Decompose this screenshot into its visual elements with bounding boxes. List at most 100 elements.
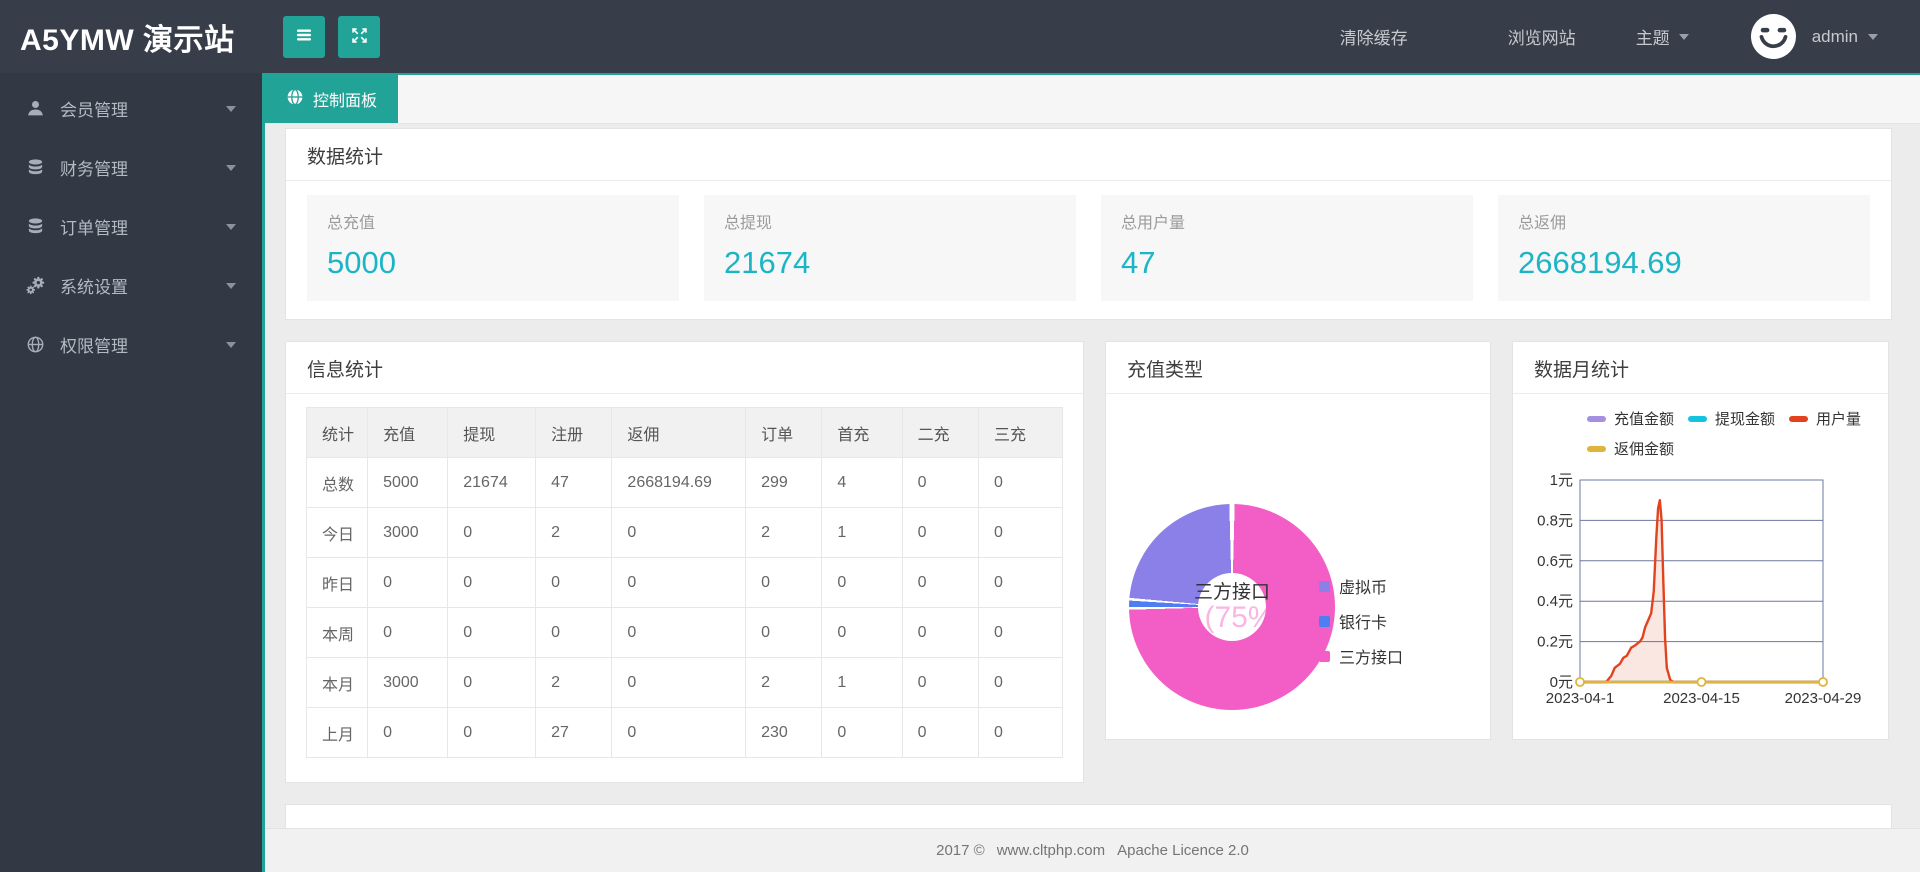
cell: 0: [821, 557, 903, 608]
row-label: 昨日: [305, 557, 369, 608]
topbar-link-theme[interactable]: 主题: [1636, 24, 1689, 49]
svg-text:0.8元: 0.8元: [1537, 512, 1573, 529]
cell: 0: [611, 707, 747, 758]
cell: 0: [447, 507, 537, 558]
cell: 0: [611, 507, 747, 558]
cell: 4: [821, 457, 903, 508]
caret-down-icon: [226, 105, 236, 112]
cell: 0: [535, 557, 613, 608]
line-legend-item[interactable]: 用户量: [1789, 408, 1861, 429]
line-chart-mount[interactable]: 0元 0.2元 0.4元 0.6元 0.8元 1元 2023-04-1 2023-04-15 2…: [1525, 459, 1888, 714]
pie-legend-item[interactable]: 银行卡: [1319, 609, 1403, 633]
stat-value: 47: [1121, 245, 1156, 280]
sidebar-item-label: 订单管理: [60, 219, 128, 238]
fullscreen-button[interactable]: [338, 15, 380, 58]
line-legend-item[interactable]: 返佣金额: [1587, 438, 1674, 459]
cell: 1: [821, 657, 903, 708]
cell: 0: [611, 557, 747, 608]
cell: 0: [901, 457, 979, 508]
main-area: 控制面板 数据统计 总充值 5000 总提现 21674 总用户量 47 总返佣 266819…: [262, 73, 1920, 872]
cell: 2: [745, 657, 823, 708]
caret-down-icon: [226, 282, 236, 289]
sidebar-item-label: 财务管理: [60, 160, 128, 179]
user-avatar[interactable]: [1750, 14, 1796, 59]
sidebar-item-2[interactable]: 订单管理: [0, 197, 262, 256]
content-scroll-area[interactable]: 数据统计 总充值 5000 总提现 21674 总用户量 47 总返佣 2668194.69 …: [265, 124, 1920, 828]
pie-legend-item[interactable]: 虚拟币: [1319, 574, 1403, 598]
pie-chart-area: 三方接口 3 (75%) 虚拟币 银行卡 三方接口: [1106, 394, 1490, 724]
cell: 0: [745, 607, 823, 658]
cell: 0: [745, 557, 823, 608]
legend-label: 充值金额: [1614, 411, 1675, 428]
cell: 1: [821, 507, 903, 558]
fullscreen-icon: [350, 26, 369, 48]
table-row: 总数 5000 21674 47 2668194.69 299 4 0 0: [305, 457, 1064, 508]
cell: 0: [367, 607, 449, 658]
info-table: 统计 充值 提现 注册 返佣 订单 首充 二充 三充 总数 5000 21674 47 2668194.…: [305, 407, 1064, 758]
column-header: 首充: [821, 407, 903, 458]
svg-text:2023-04-29: 2023-04-29: [1785, 690, 1862, 707]
topbar-link-clear-cache[interactable]: 清除缓存: [1340, 24, 1408, 49]
month-stats-panel: 数据月统计 充值金额 提现金额 用户量 返佣金额 0元 0.2元 0.4元 0.6元 0.8元…: [1512, 341, 1889, 740]
line-chart-area: 充值金额 提现金额 用户量 返佣金额 0元 0.2元 0.4元 0.6元 0.8元 1元 2023…: [1513, 394, 1888, 714]
cell: 2: [535, 657, 613, 708]
footer-year: 2017 ©: [936, 842, 985, 859]
stat-label: 总充值: [327, 215, 376, 232]
table-row: 本月 3000 0 2 0 2 1 0 0: [305, 657, 1064, 708]
caret-down-icon: [226, 223, 236, 230]
sidebar-item-label: 系统设置: [60, 278, 128, 297]
gears-icon: [25, 276, 45, 296]
month-line-chart: 0元 0.2元 0.4元 0.6元 0.8元 1元 2023-04-1 2023-04-15 2…: [1537, 472, 1862, 707]
row-label: 上月: [305, 707, 369, 758]
column-header: 注册: [535, 407, 613, 458]
sidebar-item-0[interactable]: 会员管理: [0, 79, 262, 138]
user-menu[interactable]: admin: [1812, 27, 1878, 47]
cell: 0: [901, 707, 979, 758]
cell: 3000: [367, 657, 449, 708]
legend-swatch-icon: [1319, 580, 1330, 592]
info-table-wrap: 统计 充值 提现 注册 返佣 订单 首充 二充 三充 总数 5000 21674 47 2668194.…: [286, 394, 1083, 782]
footer-site-link[interactable]: www.cltphp.com: [997, 842, 1105, 859]
svg-text:2023-04-1: 2023-04-1: [1546, 690, 1614, 707]
tab-control-panel[interactable]: 控制面板: [265, 75, 399, 123]
sidebar: 会员管理财务管理订单管理系统设置权限管理: [0, 73, 262, 872]
cell: 27: [535, 707, 613, 758]
topbar-link-browse-site[interactable]: 浏览网站: [1508, 24, 1576, 49]
cell: 0: [977, 657, 1064, 708]
panel-title: 信息统计: [286, 342, 1083, 394]
recharge-type-panel: 充值类型 三方接口 3 (75%) 虚拟币 银行卡 三方接口: [1105, 341, 1491, 740]
svg-text:2023-04-15: 2023-04-15: [1663, 690, 1740, 707]
pie-legend-item[interactable]: 三方接口: [1319, 644, 1403, 668]
table-header-row: 统计 充值 提现 注册 返佣 订单 首充 二充 三充: [305, 407, 1064, 458]
app-logo: A5YMW 演示站: [20, 23, 235, 57]
legend-label: 银行卡: [1339, 615, 1388, 632]
cell: 0: [821, 707, 903, 758]
sidebar-item-3[interactable]: 系统设置: [0, 256, 262, 315]
svg-text:0.2元: 0.2元: [1537, 634, 1573, 651]
sidebar-item-label: 权限管理: [60, 337, 128, 356]
stat-card: 总提现 21674: [704, 195, 1076, 301]
footer-licence: Apache Licence 2.0: [1117, 842, 1249, 859]
pie-legend: 虚拟币银行卡三方接口: [1319, 574, 1403, 668]
caret-down-icon: [226, 341, 236, 348]
link-label: 清除缓存: [1339, 29, 1408, 48]
cell: 0: [901, 607, 979, 658]
legend-label: 虚拟币: [1339, 580, 1388, 597]
column-header: 返佣: [611, 407, 747, 458]
column-header: 统计: [305, 407, 369, 458]
menu-toggle-button[interactable]: [283, 15, 325, 58]
sidebar-item-1[interactable]: 财务管理: [0, 138, 262, 197]
line-legend-item[interactable]: 提现金额: [1688, 408, 1775, 429]
cell: 0: [977, 557, 1064, 608]
globe-icon: [25, 335, 45, 355]
line-legend-item[interactable]: 充值金额: [1587, 408, 1674, 429]
panel-title: 充值类型: [1106, 342, 1490, 394]
caret-down-icon: [226, 164, 236, 171]
panels-row: 信息统计 统计 充值 提现 注册 返佣 订单 首充 二充 三充 总数 5000 21674 47 266…: [285, 341, 1892, 783]
sidebar-item-4[interactable]: 权限管理: [0, 315, 262, 374]
cell: 0: [977, 707, 1064, 758]
column-header: 充值: [367, 407, 449, 458]
row-label: 本月: [305, 657, 369, 708]
cell: 0: [367, 707, 449, 758]
svg-text:1元: 1元: [1550, 472, 1573, 489]
